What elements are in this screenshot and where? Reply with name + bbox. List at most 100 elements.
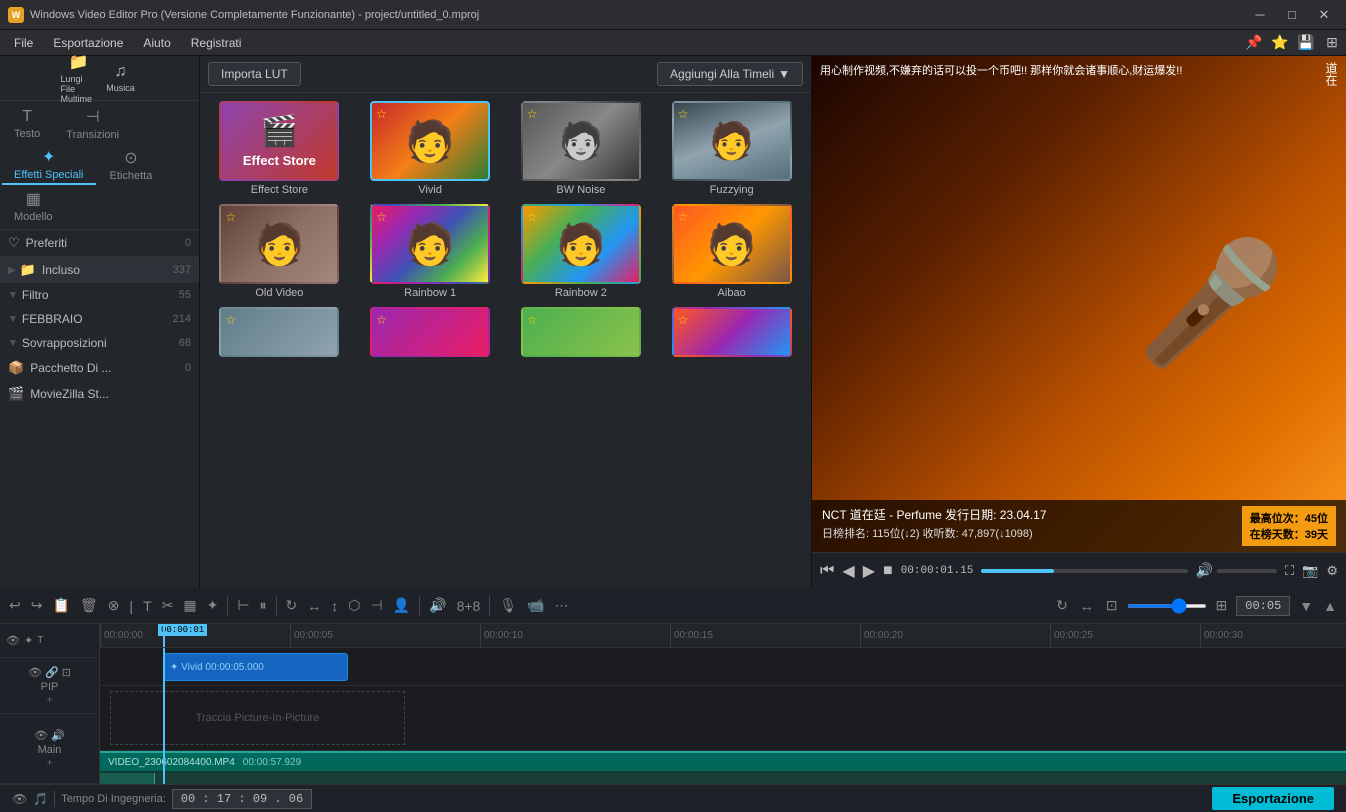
- import-lut-button[interactable]: Importa LUT: [208, 62, 301, 86]
- scissors-button[interactable]: ✂: [159, 595, 177, 616]
- arrow-expand-button[interactable]: ↔: [1077, 596, 1097, 616]
- time-current: 00:00:01.15: [901, 565, 974, 577]
- effect-card-rainbow1[interactable]: 🧑 ☆ Rainbow 1: [359, 204, 502, 299]
- moviezilla-label: MovieZilla St...: [30, 387, 191, 401]
- main-clip-thumb: 🎬: [100, 773, 155, 784]
- rotate-button[interactable]: ↻: [283, 595, 301, 616]
- speed-button[interactable]: 8+8: [454, 596, 484, 616]
- sidebar-item-febbraio[interactable]: ▼ FEBBRAIO 214: [0, 307, 199, 331]
- tab-text[interactable]: T Testo: [2, 106, 52, 142]
- detach-button[interactable]: ⊗: [105, 595, 123, 616]
- eye-icon-effect[interactable]: 👁: [6, 634, 20, 647]
- effect-card-row4-4[interactable]: ☆: [660, 307, 803, 357]
- delete-button[interactable]: 🗑: [77, 595, 101, 616]
- maximize-button[interactable]: □: [1278, 4, 1306, 26]
- paste-button[interactable]: 📋: [49, 595, 72, 616]
- pip-add-icon[interactable]: +: [47, 695, 53, 706]
- sidebar-item-moviezilla[interactable]: 🎬 MovieZilla St...: [0, 381, 199, 407]
- eye-icon-status[interactable]: 👁: [12, 792, 27, 806]
- play-button[interactable]: ▶: [863, 561, 875, 581]
- tab-label[interactable]: ⊙ Etichetta: [98, 146, 165, 184]
- cam-button[interactable]: 📹: [524, 595, 547, 616]
- ruler-mark-0: 00:00:00: [100, 624, 143, 647]
- main-clip-bar[interactable]: VIDEO_230602084400.MP4 00:00:57.929: [100, 751, 1346, 771]
- volume-tl-button[interactable]: 🔊: [426, 595, 449, 616]
- time-decrease-button[interactable]: ▼: [1296, 596, 1316, 616]
- undo-button[interactable]: ↩: [6, 595, 24, 616]
- sidebar-item-preferiti[interactable]: ♡ Preferiti 0: [0, 230, 199, 257]
- tab-transitions[interactable]: ⊣ Transizioni: [54, 105, 131, 143]
- timeline-ruler[interactable]: 00:00:01 00:00:00 00:00:05 00:00:10 00:0…: [100, 624, 1346, 648]
- add-track-icon[interactable]: T: [37, 635, 43, 646]
- zoom-slider[interactable]: [1127, 604, 1207, 608]
- pip-placeholder[interactable]: Traccia Picture-In-Picture: [110, 691, 405, 745]
- tab-model[interactable]: ▦ Modello: [2, 187, 65, 225]
- sidebar-item-incluso[interactable]: ▶ 📁 Incluso 337: [0, 257, 199, 283]
- effect-card-aibao[interactable]: 🧑 ☆ Aibao: [660, 204, 803, 299]
- effect-card-rainbow2[interactable]: 🧑 ☆ Rainbow 2: [510, 204, 653, 299]
- effect-clip[interactable]: ✦ Vivid 00:00:05.000: [163, 653, 348, 681]
- sparkle-button[interactable]: ✦: [204, 595, 222, 616]
- menu-register[interactable]: Registrati: [181, 34, 252, 52]
- redo-button[interactable]: ↪: [28, 595, 46, 616]
- export-button[interactable]: Esportazione: [1212, 787, 1334, 810]
- effect-card-fuzzy[interactable]: 🧑 ☆ Fuzzying: [660, 101, 803, 196]
- eye-icon-pip[interactable]: 👁: [28, 666, 42, 679]
- menu-file[interactable]: File: [4, 34, 43, 52]
- crop-button[interactable]: ⬡: [345, 595, 363, 616]
- fit-button[interactable]: ⊡: [1103, 595, 1121, 616]
- trim-button[interactable]: ⊣: [368, 595, 386, 616]
- tab-effects[interactable]: ✦ Effetti Speciali: [2, 145, 96, 185]
- effect-card-row4-1[interactable]: ☆: [208, 307, 351, 357]
- toolbar-media[interactable]: 📁 Lungi File Multime: [61, 60, 97, 96]
- effect-label-bw: BW Noise: [556, 184, 605, 196]
- effect-card-old[interactable]: 🧑 ☆ Old Video: [208, 204, 351, 299]
- star-icon[interactable]: ⭐: [1270, 33, 1290, 53]
- add-timeline-button[interactable]: Aggiungi Alla Timeli ▼: [657, 62, 803, 86]
- effect-card-vivid[interactable]: 🧑 ☆ Vivid: [359, 101, 502, 196]
- eye-icon-main[interactable]: 👁: [34, 729, 48, 742]
- effect-card-store[interactable]: 🎬 Effect Store Effect Store: [208, 101, 351, 196]
- refresh-button[interactable]: ↻: [1053, 595, 1071, 616]
- effect-card-bw[interactable]: 🧑 ☆ BW Noise: [510, 101, 653, 196]
- minimize-button[interactable]: ─: [1246, 4, 1274, 26]
- zoom-in-button[interactable]: ⊞: [1213, 595, 1231, 616]
- snapshot-button[interactable]: 📷: [1302, 563, 1318, 579]
- pause-button[interactable]: ⏸: [257, 595, 270, 616]
- close-button[interactable]: ✕: [1310, 4, 1338, 26]
- step-back-button[interactable]: ◀: [842, 561, 854, 581]
- effect-card-row4-2[interactable]: ☆: [359, 307, 502, 357]
- pin-icon[interactable]: 📌: [1244, 33, 1264, 53]
- audio-icon-status[interactable]: 🎵: [33, 792, 48, 806]
- save-icon[interactable]: 💾: [1296, 33, 1316, 53]
- speaker-icon-main[interactable]: 🔊: [51, 729, 65, 742]
- menu-export[interactable]: Esportazione: [43, 34, 133, 52]
- flip-h-button[interactable]: ↔: [304, 596, 324, 616]
- person-button[interactable]: 👤: [390, 595, 413, 616]
- group-button[interactable]: ▦: [180, 595, 199, 616]
- menu-help[interactable]: Aiuto: [133, 34, 180, 52]
- flip-v-button[interactable]: ↕: [328, 596, 341, 616]
- sidebar-item-pacchetto[interactable]: 📦 Pacchetto Di ... 0: [0, 355, 199, 381]
- main-add-icon[interactable]: +: [47, 758, 53, 769]
- mic-button[interactable]: 🎙: [496, 595, 520, 616]
- fullscreen-button[interactable]: ⛶: [1285, 563, 1294, 579]
- split-button[interactable]: ⊢: [234, 595, 252, 616]
- volume-slider[interactable]: [1217, 569, 1277, 573]
- timeline-ruler-area: 00:00:01 00:00:00 00:00:05 00:00:10 00:0…: [100, 624, 1346, 784]
- more-button[interactable]: ⋯: [552, 595, 572, 616]
- layout-icon[interactable]: ⊞: [1322, 33, 1342, 53]
- effect-label-vivid: Vivid: [418, 184, 442, 196]
- toolbar-music[interactable]: ♫ Musica: [103, 60, 139, 96]
- track-labels: 👁 ✦ T 👁 🔗 ⊡ PIP + 👁 🔊 Main +: [0, 624, 100, 784]
- effect-card-row4-3[interactable]: ☆: [510, 307, 653, 357]
- sidebar-item-sovrapposizioni[interactable]: ▼ Sovrapposizioni 68: [0, 331, 199, 355]
- stop-button[interactable]: ■: [883, 562, 893, 580]
- skip-start-button[interactable]: ⏮: [820, 562, 834, 580]
- time-increase-button[interactable]: ▲: [1320, 596, 1340, 616]
- progress-bar[interactable]: [981, 569, 1187, 573]
- settings-pb-button[interactable]: ⚙: [1326, 563, 1338, 579]
- sidebar-item-filtro[interactable]: ▼ Filtro 55: [0, 283, 199, 307]
- split-cursor-button[interactable]: |: [126, 596, 136, 616]
- text-insert-button[interactable]: T: [140, 596, 155, 616]
